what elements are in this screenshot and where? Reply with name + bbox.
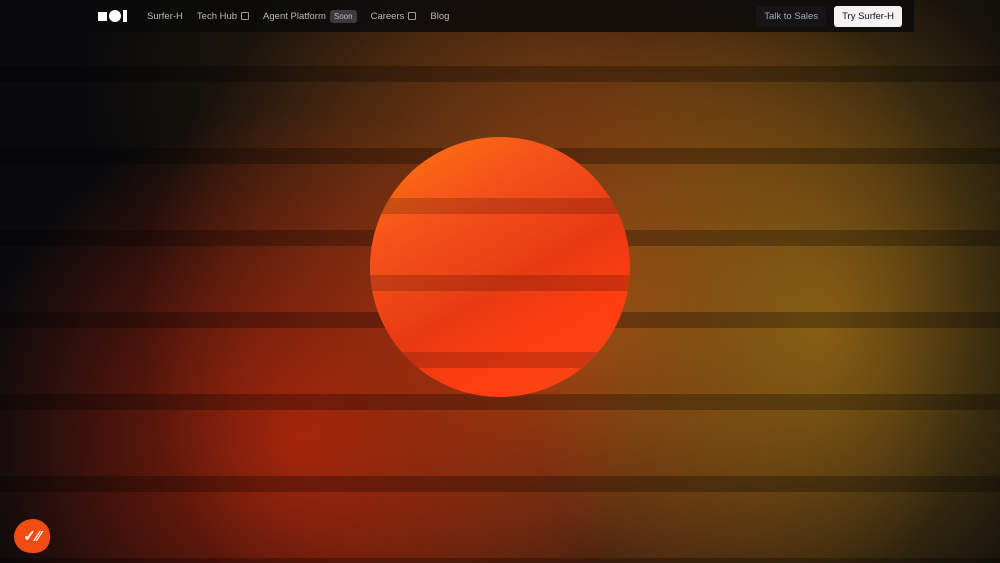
top-nav: Surfer-H Tech Hub Agent Platform Soon Car… [86, 0, 914, 32]
external-link-icon [241, 12, 250, 20]
nav-careers[interactable]: Careers [371, 11, 417, 22]
external-link-icon [408, 12, 417, 20]
double-check-icon[interactable]: ✓⁄⁄ [14, 519, 50, 553]
try-surfer-h-button[interactable]: Try Surfer-H [834, 5, 902, 27]
logo[interactable] [98, 10, 127, 22]
soon-badge: Soon [329, 9, 357, 23]
nav-tech-hub[interactable]: Tech Hub [197, 11, 250, 22]
talk-to-sales-button[interactable]: Talk to Sales [756, 5, 827, 27]
nav-blog[interactable]: Blog [430, 11, 449, 22]
nav-surfer-h[interactable]: Surfer-H [147, 11, 183, 22]
nav-agent-platform[interactable]: Agent Platform Soon [263, 9, 357, 23]
hero-sun-circle [370, 137, 630, 397]
